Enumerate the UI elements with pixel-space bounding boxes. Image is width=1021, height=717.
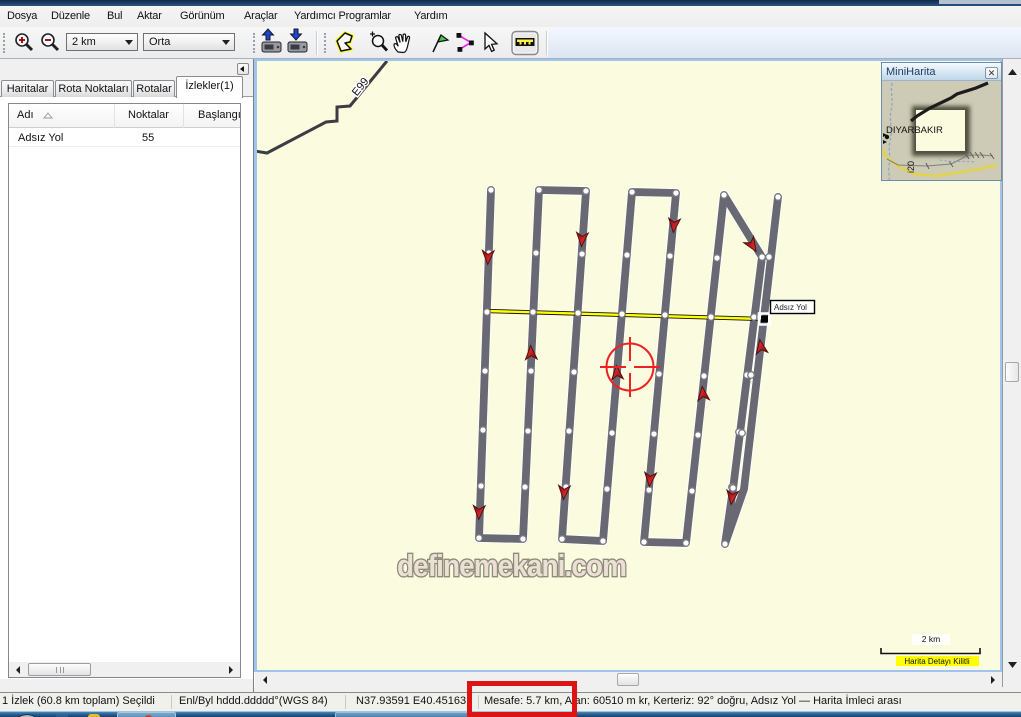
svg-text:Adsız Yol: Adsız Yol: [774, 303, 807, 312]
svg-text:DIYARBAKIR: DIYARBAKIR: [886, 125, 943, 136]
svg-text:E99: E99: [350, 76, 372, 99]
svg-text:definemekani.com: definemekani.com: [397, 549, 626, 584]
svg-text:i20: i20: [906, 161, 916, 173]
svg-text:Harita Detayı Kilitli: Harita Detayı Kilitli: [904, 657, 970, 666]
svg-text:2 km: 2 km: [922, 634, 940, 644]
